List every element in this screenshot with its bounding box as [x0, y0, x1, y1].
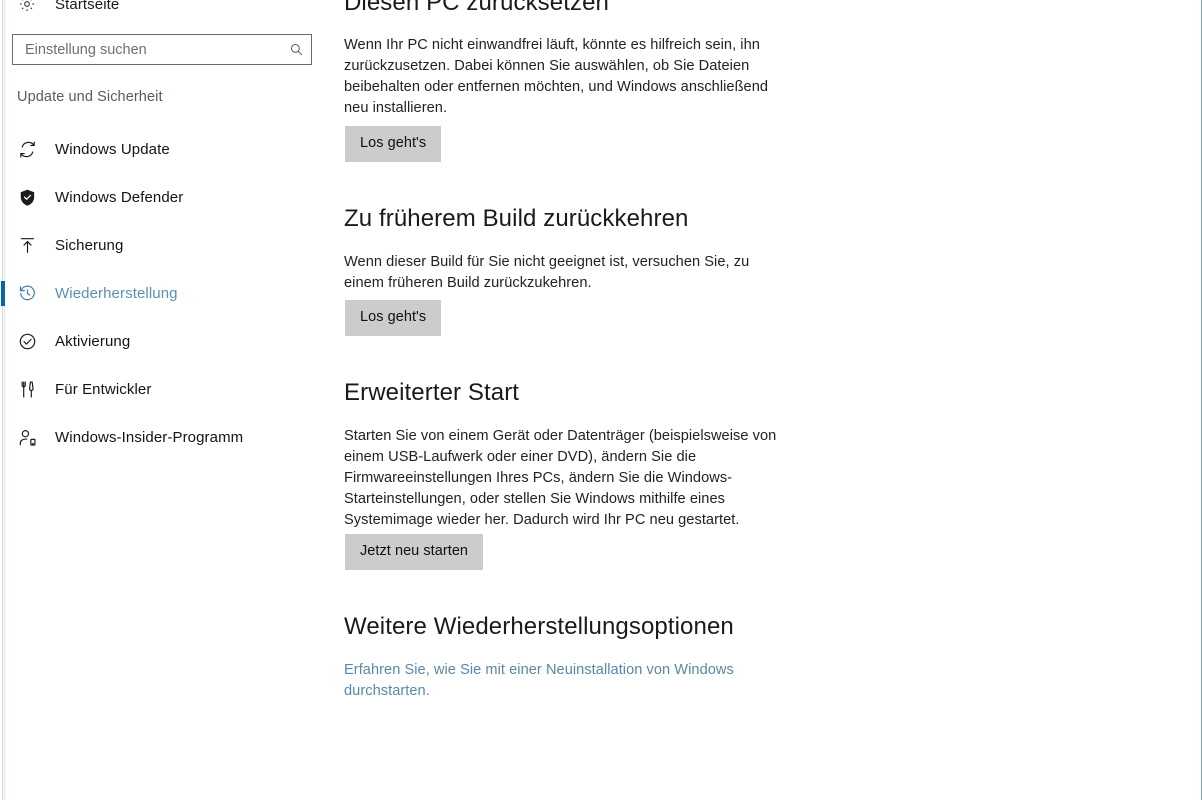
selection-indicator [1, 281, 5, 306]
restart-now-button[interactable]: Jetzt neu starten [345, 534, 484, 570]
section-heading-more-recovery-options: Weitere Wiederherstellungsoptionen [344, 613, 734, 640]
history-clock-icon [16, 282, 38, 304]
sidebar-item-label: Sicherung [55, 236, 124, 254]
sidebar-group-title: Update und Sicherheit [17, 89, 163, 105]
check-circle-icon [16, 330, 38, 352]
sidebar-item-home-label: Startseite [55, 0, 120, 13]
section-body-reset-pc: Wenn Ihr PC nicht einwandfrei läuft, kön… [344, 37, 769, 116]
sidebar-item-label: Für Entwickler [55, 380, 152, 398]
search-box[interactable] [12, 34, 312, 65]
window-left-border [2, 0, 3, 800]
reset-pc-start-button[interactable]: Los geht's [345, 126, 442, 162]
shield-icon [16, 186, 38, 208]
sidebar-item-wiederherstellung[interactable]: Wiederherstellung [1, 269, 323, 317]
sidebar-item-fuer-entwickler[interactable]: Für Entwickler [5, 365, 323, 413]
sidebar-item-label: Windows Update [55, 140, 170, 158]
fresh-start-link[interactable]: Erfahren Sie, wie Sie mit einer Neuinsta… [344, 660, 744, 702]
sidebar-item-windows-insider-programm[interactable]: Windows-Insider-Programm [5, 413, 323, 461]
section-body-previous-build: Wenn dieser Build für Sie nicht geeignet… [344, 254, 750, 291]
previous-build-start-button[interactable]: Los geht's [345, 300, 442, 336]
sidebar-item-windows-defender[interactable]: Windows Defender [5, 173, 323, 221]
sidebar-item-label: Aktivierung [55, 332, 131, 350]
gear-icon [16, 0, 38, 15]
section-heading-advanced-startup: Erweiterter Start [344, 379, 520, 406]
sidebar-item-label: Wiederherstellung [55, 284, 178, 302]
sidebar-item-aktivierung[interactable]: Aktivierung [5, 317, 323, 365]
sidebar-item-windows-update[interactable]: Windows Update [5, 125, 323, 173]
section-heading-reset-pc: Diesen PC zurücksetzen [344, 0, 609, 16]
person-device-icon [16, 426, 38, 448]
section-body-advanced-startup: Starten Sie von einem Gerät oder Datentr… [344, 428, 777, 528]
settings-window: Startseite Update und Sicherheit [0, 0, 1202, 800]
sidebar-nav: Windows Update Windows Defender Sicherun… [1, 125, 323, 461]
backup-up-arrow-icon [16, 234, 38, 256]
search-input[interactable] [13, 35, 281, 64]
section-heading-previous-build: Zu früherem Build zurückkehren [344, 205, 689, 232]
sidebar: Startseite Update und Sicherheit [1, 0, 323, 800]
sidebar-item-sicherung[interactable]: Sicherung [5, 221, 323, 269]
sidebar-item-home[interactable]: Startseite [5, 0, 323, 22]
sidebar-item-label: Windows Defender [55, 188, 184, 206]
refresh-icon [16, 138, 38, 160]
sidebar-item-label: Windows-Insider-Programm [55, 428, 244, 446]
search-icon[interactable] [281, 42, 311, 57]
developer-tools-icon [16, 378, 38, 400]
